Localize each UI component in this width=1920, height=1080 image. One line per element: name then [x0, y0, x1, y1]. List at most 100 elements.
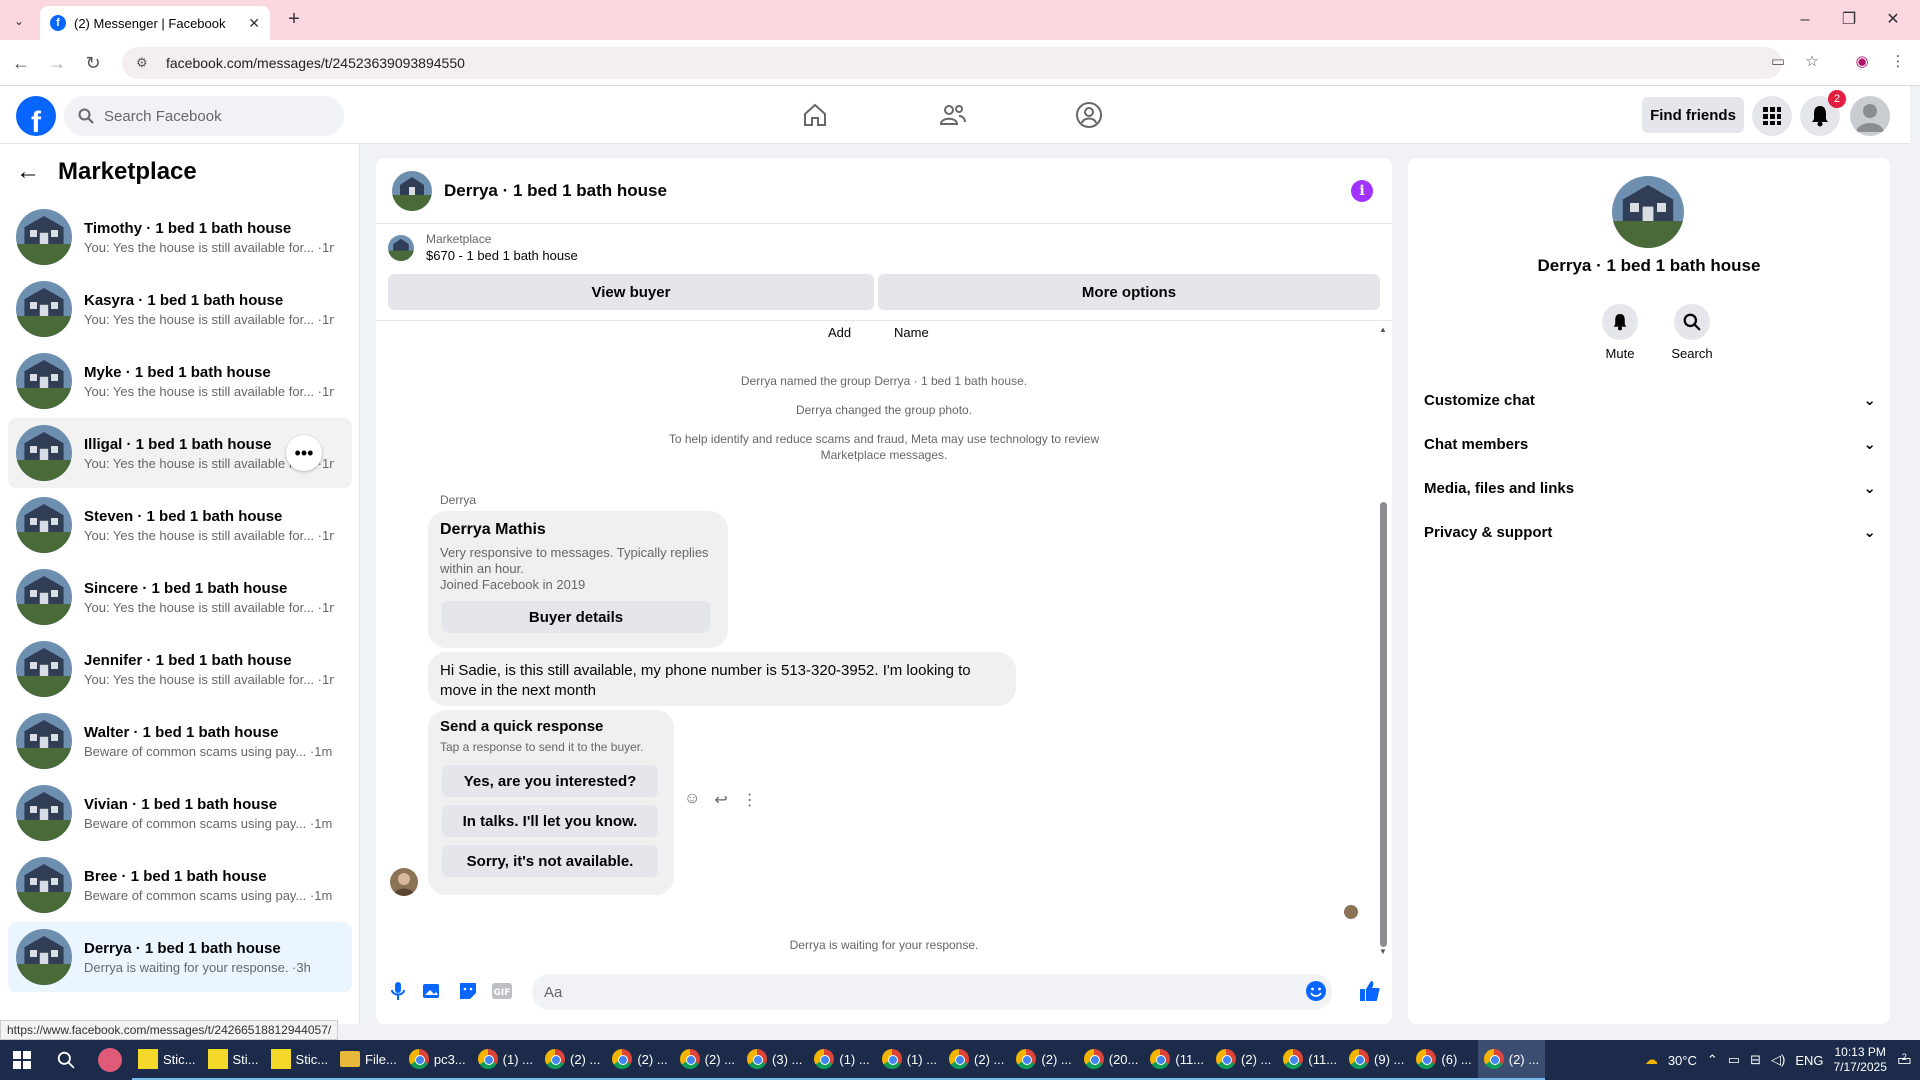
conversation-item[interactable]: Timothy · 1 bed 1 bath house You: Yes the… — [8, 202, 352, 272]
marketplace-listing[interactable]: Marketplace $670 - 1 bed 1 bath house — [388, 232, 578, 263]
taskbar-app[interactable]: (9) ... — [1343, 1040, 1411, 1080]
account-avatar[interactable] — [1850, 96, 1890, 136]
install-app-icon[interactable]: ▭ — [1766, 52, 1790, 76]
browser-tab[interactable]: f (2) Messenger | Facebook ✕ — [40, 6, 270, 40]
back-arrow-icon[interactable]: ← — [16, 158, 40, 186]
taskbar-search-icon[interactable] — [44, 1040, 88, 1080]
group-photo[interactable] — [1612, 176, 1684, 248]
thumbs-up-icon[interactable] — [1358, 979, 1382, 1003]
search-in-chat-icon[interactable] — [1674, 304, 1710, 340]
more-options-icon[interactable]: ••• — [286, 435, 322, 471]
reload-button[interactable]: ↻ — [80, 50, 106, 76]
more-options-button[interactable]: More options — [878, 274, 1380, 310]
taskbar-app[interactable]: (1) ... — [808, 1040, 876, 1080]
facebook-logo[interactable]: f — [16, 96, 56, 136]
info-icon[interactable]: i — [1351, 180, 1373, 202]
conversation-item[interactable]: Kasyra · 1 bed 1 bath house You: Yes the … — [8, 274, 352, 344]
taskbar-app[interactable]: (6) ... — [1410, 1040, 1478, 1080]
taskbar-app[interactable]: (2) ... — [673, 1040, 742, 1080]
search-facebook-input[interactable]: Search Facebook — [64, 96, 344, 136]
react-emoji-icon[interactable]: ☺ — [684, 790, 700, 810]
chat-title[interactable]: Derrya · 1 bed 1 bath house — [444, 181, 667, 201]
home-nav-icon[interactable] — [798, 100, 832, 130]
taskbar-app[interactable]: Sti... — [201, 1040, 265, 1080]
taskbar-app[interactable]: pc3... — [402, 1040, 472, 1080]
display-icon[interactable]: ▭ — [1728, 1052, 1740, 1068]
customize-chat-section[interactable]: Customize chat ⌄ — [1424, 382, 1876, 418]
conversation-item[interactable]: Steven · 1 bed 1 bath house You: Yes the … — [8, 490, 352, 560]
bookmark-star-icon[interactable]: ☆ — [1800, 52, 1824, 76]
taskbar-app[interactable]: Stic... — [264, 1040, 335, 1080]
message-bubble[interactable]: Hi Sadie, is this still available, my ph… — [428, 652, 1016, 706]
taskbar-app[interactable]: (2) ... — [606, 1040, 674, 1080]
chat-thumbnail[interactable] — [392, 170, 432, 211]
privacy-support-section[interactable]: Privacy & support ⌄ — [1424, 514, 1876, 550]
network-icon[interactable]: ⊟ — [1750, 1052, 1761, 1068]
quick-response-in-talks[interactable]: In talks. I'll let you know. — [442, 805, 658, 837]
friends-nav-icon[interactable] — [936, 100, 970, 130]
taskbar-app[interactable]: (2) ... — [1477, 1040, 1546, 1080]
taskbar-app[interactable]: Stic... — [132, 1040, 202, 1080]
taskbar-app[interactable]: (3) ... — [741, 1040, 809, 1080]
close-window-button[interactable]: ✕ — [1878, 8, 1908, 32]
conversation-item[interactable]: Derrya · 1 bed 1 bath house Derrya is wai… — [8, 922, 352, 992]
browser-menu-icon[interactable]: ⋮ — [1886, 52, 1910, 76]
microphone-icon[interactable] — [386, 979, 410, 1003]
profile-icon[interactable]: ◉ — [1850, 52, 1874, 76]
message-input[interactable]: Aa — [532, 974, 1332, 1010]
taskbar-app[interactable]: (1) ... — [875, 1040, 944, 1080]
buyer-details-button[interactable]: Buyer details — [442, 601, 710, 633]
notification-center-icon[interactable]: ▭ 2 — [1897, 1050, 1912, 1070]
conversation-item[interactable]: Sincere · 1 bed 1 bath house You: Yes the… — [8, 562, 352, 632]
mute-bell-icon[interactable] — [1602, 304, 1638, 340]
scroll-thumb[interactable] — [1380, 502, 1387, 947]
site-info-icon[interactable]: ⚙ — [136, 55, 154, 71]
taskbar-app[interactable]: (11... — [1277, 1040, 1344, 1080]
taskbar-app[interactable]: (1) ... — [471, 1040, 539, 1080]
more-actions-icon[interactable]: ⋮ — [742, 790, 758, 810]
taskbar-app[interactable]: (2) ... — [1010, 1040, 1078, 1080]
tab-search-dropdown[interactable]: ⌄ — [8, 10, 30, 32]
taskbar-app[interactable]: (20... — [1077, 1040, 1145, 1080]
emoji-icon[interactable] — [1304, 979, 1328, 1003]
gif-icon[interactable]: GIF — [490, 979, 514, 1003]
conversation-item[interactable]: Illigal · 1 bed 1 bath house You: Yes the… — [8, 418, 352, 488]
pinned-app-icon[interactable] — [88, 1040, 132, 1080]
reply-icon[interactable]: ↩ — [714, 790, 727, 810]
tray-chevron-icon[interactable]: ⌃ — [1707, 1052, 1718, 1068]
name-label[interactable]: Name — [894, 325, 929, 340]
conversation-item[interactable]: Vivian · 1 bed 1 bath house Beware of com… — [8, 778, 352, 848]
address-bar[interactable]: ⚙ facebook.com/messages/t/24523639093894… — [122, 47, 1782, 79]
back-button[interactable]: ← — [8, 50, 34, 76]
chat-members-section[interactable]: Chat members ⌄ — [1424, 426, 1876, 462]
attach-photo-icon[interactable] — [420, 979, 444, 1003]
groups-nav-icon[interactable] — [1072, 100, 1106, 130]
add-label[interactable]: Add — [828, 325, 851, 340]
clock[interactable]: 10:13 PM 7/17/2025 — [1833, 1045, 1886, 1075]
menu-grid-icon[interactable] — [1752, 96, 1792, 136]
scroll-down-icon[interactable]: ▼ — [1379, 947, 1387, 956]
conversation-item[interactable]: Walter · 1 bed 1 bath house Beware of com… — [8, 706, 352, 776]
weather-icon[interactable]: ☁ — [1645, 1052, 1658, 1068]
sender-avatar[interactable] — [390, 868, 418, 896]
conversation-item[interactable]: Bree · 1 bed 1 bath house Beware of commo… — [8, 850, 352, 920]
minimize-button[interactable]: – — [1790, 8, 1820, 32]
weather-temp[interactable]: 30°C — [1668, 1053, 1697, 1068]
quick-response-yes[interactable]: Yes, are you interested? — [442, 765, 658, 797]
new-tab-button[interactable]: + — [282, 8, 306, 32]
taskbar-app[interactable]: (2) ... — [538, 1040, 607, 1080]
chat-scrollbar[interactable]: ▲ ▼ — [1378, 325, 1388, 957]
conversation-item[interactable]: Myke · 1 bed 1 bath house You: Yes the ho… — [8, 346, 352, 416]
forward-button[interactable]: → — [44, 50, 70, 76]
mute-action[interactable]: Mute — [1590, 304, 1650, 361]
close-tab-icon[interactable]: ✕ — [248, 15, 260, 32]
find-friends-button[interactable]: Find friends — [1642, 97, 1744, 133]
volume-icon[interactable]: ◁) — [1771, 1052, 1785, 1068]
taskbar-app[interactable]: (11... — [1144, 1040, 1211, 1080]
conversation-item[interactable]: Jennifer · 1 bed 1 bath house You: Yes th… — [8, 634, 352, 704]
sticker-icon[interactable] — [456, 979, 480, 1003]
search-action[interactable]: Search — [1662, 304, 1722, 361]
media-files-links-section[interactable]: Media, files and links ⌄ — [1424, 470, 1876, 506]
start-button[interactable] — [0, 1040, 44, 1080]
taskbar-app[interactable]: File... — [334, 1040, 403, 1080]
